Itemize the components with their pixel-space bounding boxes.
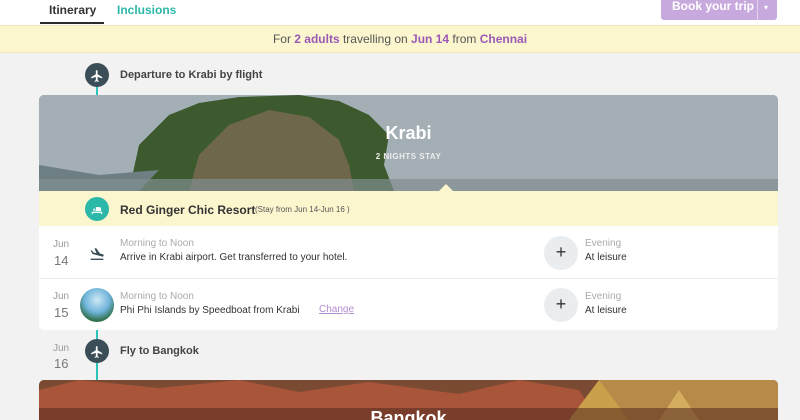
tab-inclusions[interactable]: Inclusions (117, 2, 176, 24)
bangkok-hero-image: Bangkok (39, 380, 778, 420)
hotel-strip: Red Ginger Chic Resort (Stay from Jun 14… (39, 191, 778, 226)
chevron-down-icon[interactable]: ▾ (764, 4, 768, 12)
day3-month: Jun (53, 343, 70, 354)
plane-landing-icon (80, 236, 114, 270)
day1-month: Jun (53, 239, 70, 250)
plus-icon[interactable]: + (544, 288, 578, 322)
day1-morning-title: Morning to Noon (120, 238, 194, 249)
fly-bangkok-label: Fly to Bangkok (120, 345, 199, 357)
day2-morning-activity[interactable]: Phi Phi Islands by Speedboat from Krabi (120, 305, 300, 316)
departure-label: Departure to Krabi by flight (120, 69, 263, 81)
day2-evening-activity: At leisure (585, 305, 627, 316)
day1-evening-activity: At leisure (585, 252, 627, 263)
top-tab-bar: Itinerary Inclusions Book your trip ▾ (0, 0, 800, 25)
info-adults: 2 adults (294, 32, 340, 46)
plus-icon[interactable]: + (544, 236, 578, 270)
day2-evening-title: Evening (585, 291, 622, 302)
info-prefix: For (272, 32, 295, 46)
plane-icon (85, 63, 109, 87)
bangkok-title: Bangkok (370, 408, 447, 420)
book-button-divider (757, 0, 758, 20)
plane-icon (85, 339, 109, 363)
hotel-stay-dates: (Stay from Jun 14-Jun 16 ) (255, 205, 350, 214)
day2-date: 15 (54, 305, 69, 320)
bed-icon (85, 197, 109, 221)
info-date: Jun 14 (411, 32, 450, 46)
book-trip-label: Book your trip (672, 0, 755, 13)
day2-morning-title: Morning to Noon (120, 291, 194, 302)
day1-morning-activity[interactable]: Arrive in Krabi airport. Get transferred… (120, 252, 347, 263)
day2-month: Jun (53, 291, 70, 302)
hotel-name[interactable]: Red Ginger Chic Resort (120, 203, 255, 217)
book-trip-button[interactable]: Book your trip ▾ (661, 0, 777, 20)
krabi-stay-duration: 2 NIGHTS STAY (375, 152, 442, 161)
info-mid: travelling on (339, 32, 412, 46)
activity-thumbnail (80, 288, 114, 322)
krabi-title: Krabi (385, 123, 432, 143)
info-city: Chennai (479, 32, 528, 46)
info-from: from (449, 32, 480, 46)
change-activity-link[interactable]: Change (319, 304, 354, 315)
tab-itinerary[interactable]: Itinerary (40, 2, 104, 24)
day1-date: 14 (54, 253, 69, 268)
day-divider (39, 278, 778, 279)
krabi-hero-image: Krabi 2 NIGHTS STAY (39, 95, 778, 191)
day1-evening-title: Evening (585, 238, 622, 249)
day3-date: 16 (54, 356, 69, 371)
trip-info-strip: For 2 adults travelling on Jun 14 from C… (0, 25, 800, 53)
hero-pointer (439, 184, 453, 191)
